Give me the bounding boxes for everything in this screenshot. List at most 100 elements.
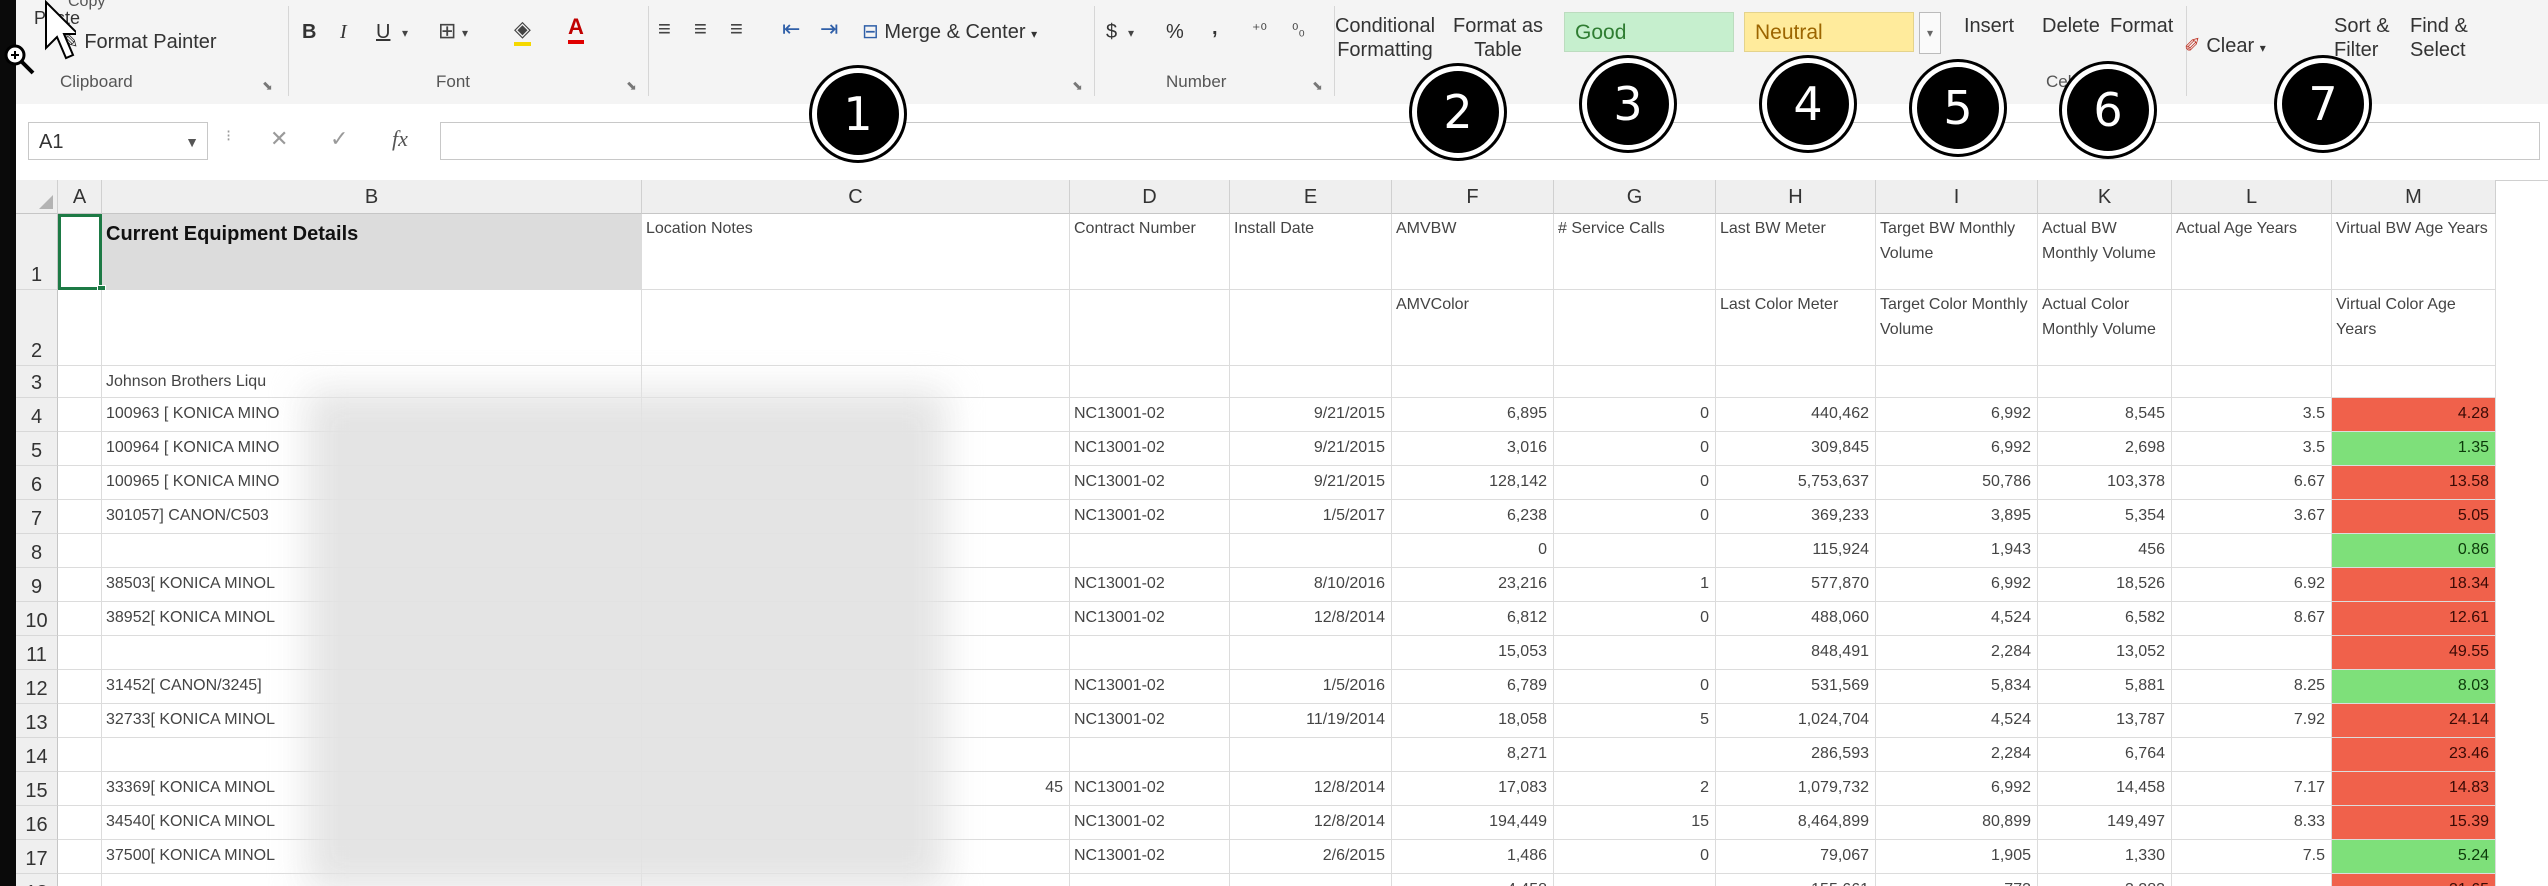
clipboard-launcher-icon[interactable]: ⬊ — [262, 78, 273, 94]
currency-button[interactable]: $ — [1106, 20, 1117, 44]
cell[interactable]: 1,486 — [1392, 840, 1554, 874]
column-title[interactable]: Virtual Color Age Years — [2332, 290, 2496, 366]
font-color-icon[interactable]: A — [568, 14, 584, 44]
cell[interactable] — [58, 398, 102, 432]
percent-button[interactable]: % — [1166, 20, 1184, 44]
age-indicator-cell[interactable]: 4.28 — [2332, 398, 2496, 432]
cell[interactable] — [58, 466, 102, 500]
cell[interactable] — [1230, 366, 1392, 398]
column-title[interactable]: Install Date — [1230, 214, 1392, 290]
cell[interactable]: 848,491 — [1716, 636, 1876, 670]
cell[interactable] — [58, 366, 102, 398]
cell[interactable]: 1/5/2017 — [1230, 500, 1392, 534]
cell[interactable] — [642, 290, 1070, 366]
number-launcher-icon[interactable]: ⬊ — [1312, 78, 1323, 94]
column-header-m[interactable]: M — [2332, 180, 2496, 214]
cell[interactable]: 309,845 — [1716, 432, 1876, 466]
cell[interactable]: 18,058 — [1392, 704, 1554, 738]
cell[interactable]: 0 — [1554, 466, 1716, 500]
column-header-c[interactable]: C — [642, 180, 1070, 214]
cell[interactable]: 4,458 — [1392, 874, 1554, 886]
cell[interactable]: NC13001-02 — [1070, 466, 1230, 500]
cell[interactable] — [58, 704, 102, 738]
row-header[interactable]: 8 — [16, 534, 58, 568]
section-title[interactable]: Current Equipment Details — [102, 214, 642, 290]
cell[interactable] — [1230, 738, 1392, 772]
decrease-decimal-icon[interactable]: ⁰₀ — [1292, 18, 1305, 44]
cell[interactable]: 5 — [1554, 704, 1716, 738]
column-header-a[interactable]: A — [58, 180, 102, 214]
cell[interactable] — [2172, 534, 2332, 568]
row-header[interactable]: 1 — [16, 214, 58, 290]
cell[interactable]: 0 — [1554, 500, 1716, 534]
cell[interactable] — [58, 806, 102, 840]
cell[interactable]: 3.67 — [2172, 500, 2332, 534]
cell[interactable]: 6,764 — [2038, 738, 2172, 772]
cell[interactable]: 15,053 — [1392, 636, 1554, 670]
cell[interactable]: 13,787 — [2038, 704, 2172, 738]
underline-dropdown-icon[interactable]: ▾ — [402, 20, 408, 46]
column-header-l[interactable]: L — [2172, 180, 2332, 214]
cell[interactable]: 2 — [1554, 772, 1716, 806]
cell[interactable]: 1,943 — [1876, 534, 2038, 568]
cell[interactable]: 8/10/2016 — [1230, 568, 1392, 602]
cell[interactable]: 0 — [1554, 432, 1716, 466]
cell[interactable]: 0 — [1554, 840, 1716, 874]
cell[interactable] — [2038, 366, 2172, 398]
cell[interactable]: 155,661 — [1716, 874, 1876, 886]
spreadsheet-grid[interactable]: A B C D E F G H I K L M 1 Current Equipment Details Lo… — [16, 180, 2548, 886]
age-indicator-cell[interactable]: 5.05 — [2332, 500, 2496, 534]
column-title[interactable]: Actual Age Years — [2172, 214, 2332, 290]
cell[interactable]: 1/5/2016 — [1230, 670, 1392, 704]
row-header[interactable]: 10 — [16, 602, 58, 636]
cell[interactable]: NC13001-02 — [1070, 772, 1230, 806]
cell[interactable]: 4,524 — [1876, 704, 2038, 738]
cell[interactable]: 9/21/2015 — [1230, 466, 1392, 500]
column-title[interactable]: AMVBW — [1392, 214, 1554, 290]
row-header[interactable]: 3 — [16, 366, 58, 398]
fill-color-icon[interactable]: ◈ — [514, 16, 531, 46]
style-neutral[interactable]: Neutral — [1744, 12, 1914, 52]
column-title[interactable]: Virtual BW Age Years — [2332, 214, 2496, 290]
column-header-f[interactable]: F — [1392, 180, 1554, 214]
cell[interactable]: 8,545 — [2038, 398, 2172, 432]
cell[interactable]: 6,992 — [1876, 398, 2038, 432]
cell[interactable]: NC13001-02 — [1070, 806, 1230, 840]
format-painter-button[interactable]: ✎ Format Painter — [62, 30, 217, 54]
cell[interactable] — [1554, 738, 1716, 772]
bold-button[interactable]: B — [302, 20, 316, 44]
cell[interactable] — [1554, 290, 1716, 366]
font-launcher-icon[interactable]: ⬊ — [626, 78, 637, 94]
cell[interactable]: 7.5 — [2172, 840, 2332, 874]
enter-icon[interactable]: ✓ — [330, 126, 348, 152]
age-indicator-cell[interactable]: 15.39 — [2332, 806, 2496, 840]
cell[interactable]: NC13001-02 — [1070, 602, 1230, 636]
cell[interactable]: 6,992 — [1876, 568, 2038, 602]
row-header[interactable]: 2 — [16, 290, 58, 366]
column-header-e[interactable]: E — [1230, 180, 1392, 214]
cell[interactable] — [1554, 366, 1716, 398]
cell[interactable]: 286,593 — [1716, 738, 1876, 772]
row-header[interactable]: 5 — [16, 432, 58, 466]
cell[interactable] — [58, 500, 102, 534]
cell[interactable]: 7.92 — [2172, 704, 2332, 738]
underline-button[interactable]: U — [376, 20, 390, 44]
sort-filter-button[interactable]: Sort & Filter — [2334, 14, 2390, 62]
age-indicator-cell[interactable]: 24.14 — [2332, 704, 2496, 738]
cell[interactable]: 1,024,704 — [1716, 704, 1876, 738]
column-title[interactable]: Last BW Meter — [1716, 214, 1876, 290]
delete-button[interactable]: Delete — [2042, 14, 2100, 38]
cell[interactable]: NC13001-02 — [1070, 398, 1230, 432]
cell[interactable]: 5,834 — [1876, 670, 2038, 704]
age-indicator-cell[interactable]: 31.65 — [2332, 874, 2496, 886]
cell[interactable]: 9/21/2015 — [1230, 398, 1392, 432]
cell[interactable]: 1,905 — [1876, 840, 2038, 874]
column-title[interactable]: Target Color Monthly Volume — [1876, 290, 2038, 366]
cell[interactable] — [1070, 874, 1230, 886]
age-indicator-cell[interactable]: 5.24 — [2332, 840, 2496, 874]
align-left-icon[interactable]: ≡ — [658, 16, 671, 42]
row-header[interactable]: 11 — [16, 636, 58, 670]
cell[interactable]: 50,786 — [1876, 466, 2038, 500]
cell[interactable]: 103,378 — [2038, 466, 2172, 500]
cell[interactable] — [2332, 366, 2496, 398]
